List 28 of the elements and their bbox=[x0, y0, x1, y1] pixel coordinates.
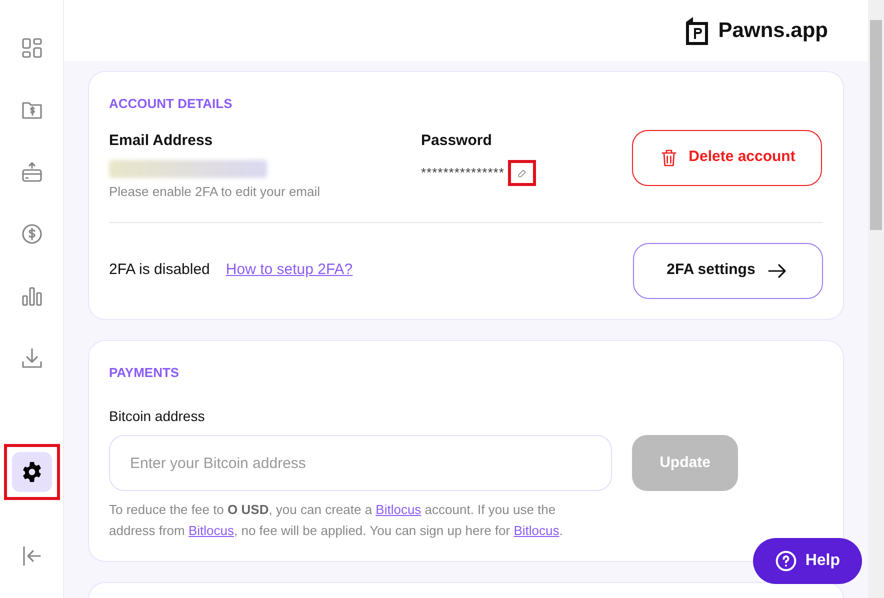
bitlocus-link[interactable]: Bitlocus bbox=[376, 502, 422, 517]
card-icon bbox=[20, 160, 44, 184]
fee-note: To reduce the fee to O USD, you can create a Bitlocus account. If you use the address from Bitlocus, no fee will be applied. You can sign up here for Bitlocus. bbox=[109, 501, 564, 540]
scrollbar-thumb[interactable] bbox=[870, 20, 882, 230]
bar-chart-icon bbox=[20, 284, 44, 308]
bitlocus-link[interactable]: Bitlocus bbox=[514, 523, 560, 538]
password-value: *************** bbox=[421, 164, 504, 182]
field-label: Password bbox=[421, 130, 493, 150]
section-heading: PAYMENTS bbox=[109, 364, 180, 382]
help-link[interactable]: How to setup 2FA? bbox=[226, 259, 353, 282]
bitlocus-link[interactable]: Bitlocus bbox=[188, 523, 234, 538]
section-heading: ACCOUNT DETAILS bbox=[109, 95, 234, 113]
trash-icon bbox=[658, 148, 679, 168]
sidebar-item[interactable] bbox=[12, 452, 52, 492]
brand-name: Pawns.app bbox=[718, 18, 828, 44]
delete-account-button[interactable]: Delete account bbox=[632, 130, 822, 186]
field-label: Email Address bbox=[109, 130, 214, 150]
bitcoin-address-field[interactable]: Enter your Bitcoin address bbox=[109, 435, 612, 491]
logo-icon bbox=[684, 16, 710, 46]
download-icon bbox=[20, 346, 44, 370]
question-icon bbox=[775, 550, 798, 572]
help-button[interactable]: Help bbox=[753, 538, 862, 584]
field-label: Bitcoin address bbox=[109, 407, 206, 426]
hint-text: Please enable 2FA to edit your email bbox=[109, 183, 322, 201]
dollar-icon bbox=[20, 222, 44, 246]
dashboard-icon bbox=[20, 36, 44, 60]
2fa-settings-button[interactable]: 2FA settings bbox=[633, 242, 823, 298]
status-text: 2FA is disabled bbox=[109, 260, 210, 280]
